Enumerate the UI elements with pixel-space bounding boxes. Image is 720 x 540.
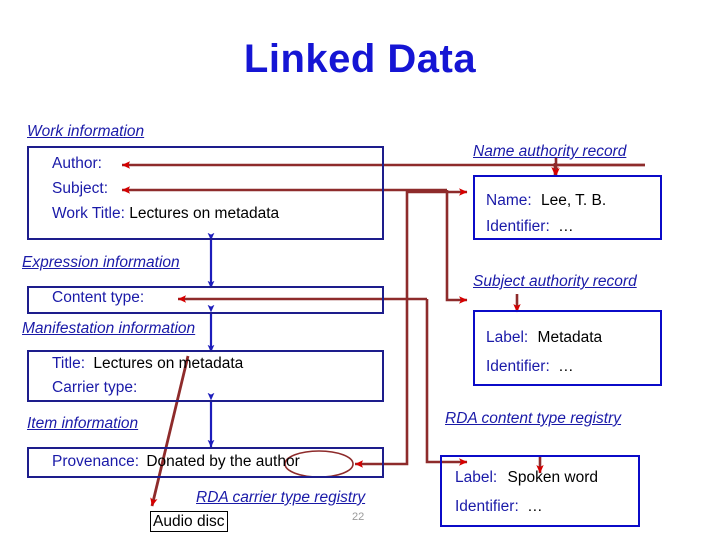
caption-expression-information: Expression information [22,254,180,271]
label-label-subject: Label: [486,329,529,346]
label-identifier-content: Identifier: [455,498,519,515]
value-identifier-name: … [558,218,574,235]
value-label-content: Spoken word [507,469,599,486]
value-provenance: Donated by the author [146,453,300,470]
row-work-title: Work Title: Lectures on metadata [52,205,279,223]
label-provenance: Provenance: [52,453,140,470]
label-work-title: Work Title: [52,205,125,222]
row-name-identifier: Identifier: … [486,218,574,236]
row-manifestation-title: Title: Lectures on metadata [52,355,243,373]
caption-subject-authority-record: Subject authority record [473,273,637,290]
row-content-type: Content type: [52,289,144,307]
label-subject: Subject: [52,180,109,197]
label-author: Author: [52,155,102,172]
value-work-title: Lectures on metadata [129,205,280,222]
label-carrier-type: Carrier type: [52,379,138,396]
row-subject-identifier: Identifier: … [486,358,574,376]
page-title: Linked Data [243,37,477,81]
row-subject-label: Label: Metadata [486,329,602,347]
row-work-subject: Subject: [52,180,108,198]
box-rda-content-type-registry[interactable] [440,455,640,527]
label-identifier-subject: Identifier: [486,358,550,375]
value-name: Lee, T. B. [540,192,607,209]
row-provenance: Provenance: Donated by the author [52,453,300,471]
row-carrier-type: Carrier type: [52,379,137,397]
caption-rda-content-type-registry: RDA content type registry [445,410,622,427]
caption-rda-carrier-type-registry: RDA carrier type registry [196,489,366,506]
caption-work-information: Work information [27,123,145,140]
label-title: Title: [52,355,86,372]
row-content-label: Label: Spoken word [455,469,598,487]
value-identifier-subject: … [558,358,574,375]
caption-name-authority-record: Name authority record [473,143,627,160]
label-label-content: Label: [455,469,498,486]
connector-contentregistry-drop [425,299,468,466]
label-content-type: Content type: [52,289,145,306]
row-name: Name: Lee, T. B. [486,192,606,210]
row-content-identifier: Identifier: … [455,498,543,516]
caption-item-information: Item information [27,415,139,432]
page-number: 22 [352,511,365,523]
label-name: Name: [486,192,532,209]
row-work-author: Author: [52,155,102,173]
connector-subjectauth-drop [445,190,468,304]
label-identifier-name: Identifier: [486,218,550,235]
value-title: Lectures on metadata [93,355,244,372]
connector-nameauthority-top-arrow [553,163,645,172]
slide-canvas: Linked Data Work information Author: Sub… [0,0,720,540]
caption-manifestation-information: Manifestation information [22,320,196,337]
value-label-subject: Metadata [537,329,603,346]
value-identifier-content: … [527,498,543,515]
value-box-audio-disc[interactable]: Audio disc [150,511,228,532]
